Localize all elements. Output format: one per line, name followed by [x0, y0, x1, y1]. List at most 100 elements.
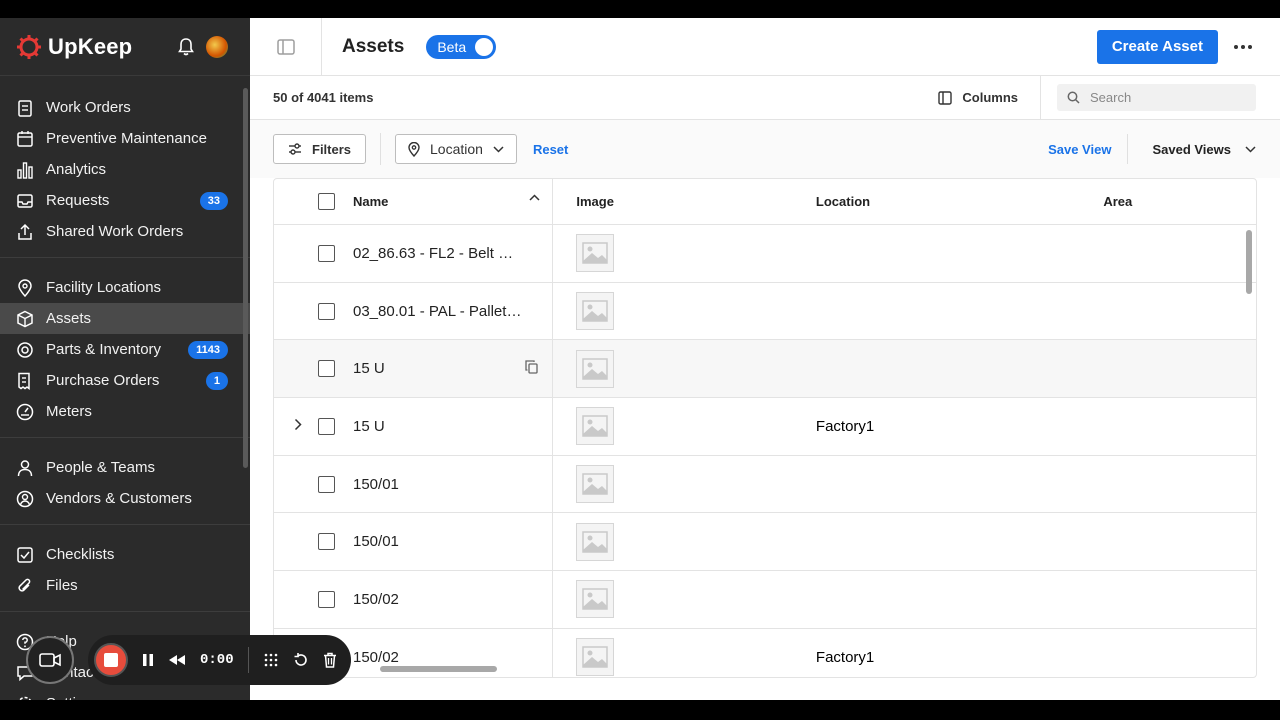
- grid-dots-icon[interactable]: [263, 652, 279, 668]
- search-input[interactable]: [1090, 90, 1240, 105]
- cell-location: [793, 513, 1080, 570]
- asset-name[interactable]: 150/01: [353, 533, 523, 550]
- table-row[interactable]: 15 U Factory1: [274, 398, 1256, 456]
- beta-toggle[interactable]: Beta: [426, 34, 497, 59]
- table-row[interactable]: 150/01: [274, 513, 1256, 572]
- cell-image: [553, 283, 793, 340]
- stop-recording-button[interactable]: [94, 643, 128, 677]
- sort-ascending-icon[interactable]: [529, 194, 540, 201]
- table-row[interactable]: 150/02: [274, 571, 1256, 629]
- table-row[interactable]: 03_80.01 - PAL - Pallet T...: [274, 282, 1256, 341]
- sidebar-item-analytics[interactable]: Analytics: [0, 154, 250, 185]
- sidebar-item-files[interactable]: Files: [0, 570, 250, 601]
- copy-icon[interactable]: [525, 360, 539, 375]
- cell-image: [553, 513, 793, 570]
- select-all-checkbox[interactable]: [318, 193, 335, 210]
- row-checkbox[interactable]: [318, 417, 335, 435]
- column-header-location[interactable]: Location: [793, 179, 1080, 224]
- cell-name: 150/01: [274, 513, 554, 571]
- cell-area: [1080, 225, 1256, 282]
- camera-toggle-button[interactable]: [26, 636, 74, 684]
- create-asset-button[interactable]: Create Asset: [1096, 29, 1218, 64]
- sidebar-item-vendors-customers[interactable]: Vendors & Customers: [0, 483, 250, 514]
- image-placeholder-icon[interactable]: [576, 234, 615, 273]
- table-vertical-scrollbar[interactable]: [1246, 230, 1252, 294]
- search-box[interactable]: [1057, 84, 1256, 111]
- sidebar-scrollbar[interactable]: [243, 88, 248, 468]
- table-row[interactable]: 15 U: [274, 340, 1256, 399]
- filter-bar: Filters Location Reset Save View Saved V…: [250, 120, 1280, 178]
- pause-icon[interactable]: [142, 653, 154, 667]
- asset-name[interactable]: 02_86.63 - FL2 - Belt Wa...: [353, 245, 523, 262]
- table-horizontal-scrollbar[interactable]: [380, 666, 497, 672]
- restart-icon[interactable]: [293, 652, 309, 668]
- asset-name[interactable]: 03_80.01 - PAL - Pallet T...: [353, 303, 523, 320]
- sidebar-item-purchase-orders[interactable]: Purchase Orders 1: [0, 365, 250, 396]
- chevron-right-icon[interactable]: [294, 418, 302, 431]
- sidebar-item-assets[interactable]: Assets: [0, 303, 250, 334]
- row-checkbox[interactable]: [318, 533, 335, 551]
- sidebar-item-work-orders[interactable]: Work Orders: [0, 92, 250, 123]
- column-header-area[interactable]: Area: [1080, 179, 1256, 224]
- save-view-link[interactable]: Save View: [1048, 134, 1129, 164]
- avatar[interactable]: [206, 35, 228, 58]
- sidebar-item-requests[interactable]: Requests 33: [0, 185, 250, 216]
- trash-icon[interactable]: [323, 652, 337, 668]
- image-placeholder-icon[interactable]: [576, 580, 615, 619]
- row-checkbox[interactable]: [318, 244, 335, 262]
- saved-views-label: Saved Views: [1152, 141, 1231, 157]
- more-options-button[interactable]: [1218, 44, 1268, 49]
- sidebar-item-settings[interactable]: Settings: [0, 688, 250, 700]
- sidebar-item-facility-locations[interactable]: Facility Locations: [0, 272, 250, 303]
- cell-location: Factory1: [815, 417, 875, 435]
- cell-name: 15 U: [274, 340, 554, 398]
- sidebar-item-shared-work-orders[interactable]: Shared Work Orders: [0, 216, 250, 247]
- reset-link[interactable]: Reset: [533, 142, 568, 157]
- toggle-panel-button[interactable]: [250, 18, 322, 76]
- column-header-image[interactable]: Image: [553, 179, 793, 224]
- image-placeholder-icon[interactable]: [576, 292, 615, 331]
- columns-label: Columns: [962, 90, 1018, 105]
- asset-name[interactable]: 15 U: [353, 418, 523, 435]
- sidebar-item-label: Assets: [46, 310, 92, 327]
- bell-icon[interactable]: [178, 37, 194, 56]
- cell-location: [793, 340, 1080, 397]
- columns-button[interactable]: Columns: [938, 75, 1041, 120]
- table-row[interactable]: 02_86.63 - FL2 - Belt Wa...: [274, 225, 1256, 283]
- sidebar-item-checklists[interactable]: Checklists: [0, 539, 250, 570]
- sidebar-item-parts-inventory[interactable]: Parts & Inventory 1143: [0, 334, 250, 365]
- location-filter-dropdown[interactable]: Location: [395, 134, 517, 164]
- cell-image: [553, 456, 793, 513]
- cell-name: 02_86.63 - FL2 - Belt Wa...: [274, 225, 554, 282]
- row-checkbox[interactable]: [318, 475, 335, 493]
- row-checkbox[interactable]: [318, 360, 335, 378]
- sidebar-item-label: Analytics: [46, 161, 107, 178]
- row-checkbox[interactable]: [318, 302, 335, 320]
- image-placeholder-icon[interactable]: [576, 638, 615, 677]
- screen-recorder-toolbar: 0:00: [26, 634, 351, 686]
- cell-image: [553, 398, 793, 455]
- filters-button[interactable]: Filters: [273, 134, 367, 164]
- image-placeholder-icon[interactable]: [576, 349, 615, 388]
- asset-name[interactable]: 150/01: [353, 476, 523, 493]
- asset-name[interactable]: 150/02: [353, 591, 523, 608]
- asset-name[interactable]: 150/02: [353, 649, 523, 666]
- column-header-name[interactable]: Name: [274, 179, 554, 224]
- image-placeholder-icon[interactable]: [576, 522, 615, 561]
- table-row[interactable]: 150/01: [274, 455, 1256, 514]
- sidebar-item-meters[interactable]: Meters: [0, 396, 250, 427]
- rewind-icon[interactable]: [168, 654, 186, 666]
- sidebar-item-people-teams[interactable]: People & Teams: [0, 452, 250, 483]
- sidebar-item-preventive-maintenance[interactable]: Preventive Maintenance: [0, 123, 250, 154]
- map-pin-icon: [18, 278, 32, 297]
- clipboard-icon: [18, 99, 32, 117]
- sidebar-item-label: Requests: [46, 192, 110, 209]
- row-checkbox[interactable]: [318, 590, 335, 608]
- cube-icon: [17, 310, 33, 327]
- asset-name[interactable]: 15 U: [353, 360, 523, 377]
- saved-views-dropdown[interactable]: Saved Views: [1152, 142, 1256, 157]
- image-placeholder-icon[interactable]: [576, 465, 615, 504]
- image-placeholder-icon[interactable]: [576, 407, 615, 446]
- item-count: 50 of 4041 items: [273, 90, 374, 105]
- gauge-icon: [16, 403, 34, 420]
